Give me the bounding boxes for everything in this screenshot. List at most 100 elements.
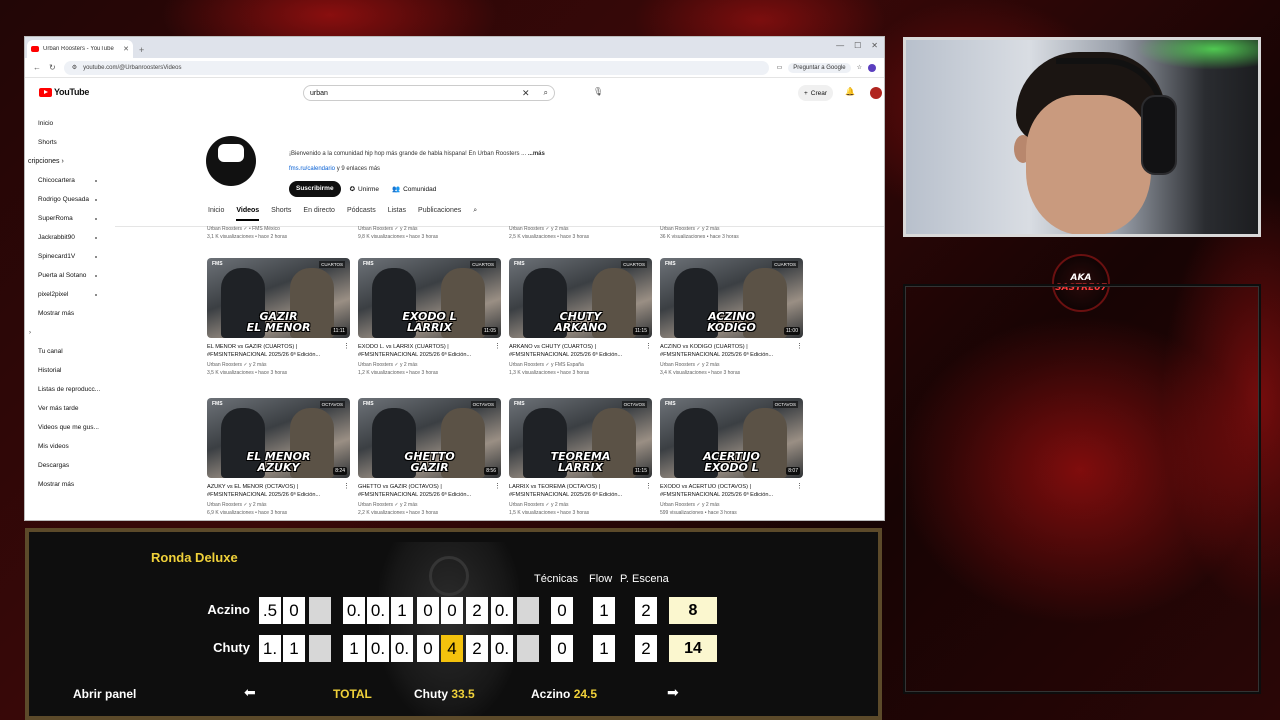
- score-tecnicas[interactable]: 0: [551, 597, 573, 624]
- video-thumbnail[interactable]: FMS OCTAVOS GHETTO GAZIR 8:56: [358, 398, 501, 478]
- sidebar-item-subscription[interactable]: Rodrigo Quesada: [25, 190, 113, 209]
- sidebar-item-my-videos[interactable]: Mis videos: [25, 437, 113, 456]
- tab-videos[interactable]: Videos: [236, 207, 260, 221]
- tab-podcasts[interactable]: Pódcasts: [347, 207, 376, 221]
- sidebar-you-header[interactable]: ›: [25, 323, 113, 342]
- channel-search-icon[interactable]: ⌕: [473, 207, 477, 221]
- video-card[interactable]: FMS CUARTOS GAZIR EL MENOR 11:11 EL MENOR vs…: [207, 258, 350, 377]
- reload-icon[interactable]: ↻: [49, 63, 56, 72]
- more-options-icon[interactable]: ⋮: [796, 343, 803, 351]
- sidebar-item-liked[interactable]: Videos que me gus...: [25, 418, 113, 437]
- video-channel[interactable]: Urban Roosters ✓ y 2 más: [660, 362, 803, 370]
- sidebar-item-subscription[interactable]: SuperRoma: [25, 209, 113, 228]
- sidebar-item-shorts[interactable]: Shorts: [25, 133, 113, 152]
- video-title[interactable]: ARKANO vs CHUTY (CUARTOS) | #FMSINTERNAC…: [509, 343, 652, 359]
- video-thumbnail[interactable]: FMS CUARTOS ACZINO KODIGO 11:00: [660, 258, 803, 338]
- community-button[interactable]: 👥 Comunidad: [388, 181, 440, 197]
- score-cell[interactable]: [309, 597, 331, 624]
- score-cell[interactable]: 0.: [391, 635, 413, 662]
- video-card[interactable]: FMS OCTAVOS GHETTO GAZIR 8:56 GHETTO vs GAZI…: [358, 398, 501, 517]
- ask-google-button[interactable]: Preguntar a Google: [788, 62, 851, 73]
- sidebar-item-subscription[interactable]: pixel2pixel: [25, 285, 113, 304]
- video-title[interactable]: ACZINO vs KODIGO (CUARTOS) | #FMSINTERNA…: [660, 343, 803, 359]
- video-thumbnail[interactable]: FMS OCTAVOS EL MENOR AZUKY 8:24: [207, 398, 350, 478]
- profile-icon[interactable]: [868, 63, 876, 72]
- score-cell[interactable]: [309, 635, 331, 662]
- tab-home[interactable]: Inicio: [208, 207, 224, 221]
- more-options-icon[interactable]: ⋮: [343, 343, 350, 351]
- more-link[interactable]: ...más: [528, 151, 545, 157]
- more-options-icon[interactable]: ⋮: [494, 483, 501, 491]
- meta-channel[interactable]: Urban Roosters ✓ y 2 más: [660, 226, 739, 234]
- score-cell[interactable]: 0.: [491, 597, 513, 624]
- score-tecnicas[interactable]: 0: [551, 635, 573, 662]
- more-links[interactable]: y 9 enlaces más: [337, 166, 380, 172]
- video-thumbnail[interactable]: FMS CUARTOS GAZIR EL MENOR 11:11: [207, 258, 350, 338]
- close-window-icon[interactable]: ✕: [871, 41, 878, 50]
- sidebar-item-history[interactable]: Historial: [25, 361, 113, 380]
- bookmark-icon[interactable]: ☆: [857, 64, 862, 71]
- maximize-icon[interactable]: ☐: [854, 41, 861, 50]
- sidebar-item-playlists[interactable]: Listas de reproducc...: [25, 380, 113, 399]
- video-title[interactable]: AZUKY vs EL MENOR (OCTAVOS) | #FMSINTERN…: [207, 483, 350, 499]
- search-input[interactable]: urban ✕ ⌕: [303, 85, 555, 101]
- score-cell[interactable]: 0.: [343, 597, 365, 624]
- sidebar-item-downloads[interactable]: Descargas: [25, 456, 113, 475]
- back-icon[interactable]: ←: [33, 63, 41, 72]
- video-title[interactable]: EXODO vs ACERTIJO (OCTAVOS) | #FMSINTERN…: [660, 483, 803, 499]
- channel-link[interactable]: fms.ru/calendario: [289, 166, 335, 172]
- meta-channel[interactable]: Urban Roosters ✓ y 2 más: [509, 226, 589, 234]
- score-cell[interactable]: [517, 597, 539, 624]
- site-info-icon[interactable]: ⚙: [72, 64, 77, 71]
- clear-search-icon[interactable]: ✕: [522, 88, 530, 99]
- minimize-icon[interactable]: —: [836, 41, 844, 50]
- score-escena[interactable]: 2: [635, 597, 657, 624]
- channel-description[interactable]: ¡Bienvenido a la comunidad hip hop más g…: [289, 151, 545, 157]
- sidebar-item-your-channel[interactable]: Tu canal: [25, 342, 113, 361]
- video-thumbnail[interactable]: FMS CUARTOS CHUTY ARKANO 11:15: [509, 258, 652, 338]
- tab-playlists[interactable]: Listas: [388, 207, 406, 221]
- score-cell[interactable]: 0.: [367, 635, 389, 662]
- search-icon[interactable]: ⌕: [544, 88, 548, 98]
- arrow-right-icon[interactable]: ➡: [667, 684, 679, 701]
- video-card[interactable]: FMS CUARTOS ACZINO KODIGO 11:00 ACZINO vs KO…: [660, 258, 803, 377]
- video-channel[interactable]: Urban Roosters ✓ y 2 más: [660, 502, 803, 510]
- video-channel[interactable]: Urban Roosters ✓ y 2 más: [207, 502, 350, 510]
- score-cell[interactable]: 1: [391, 597, 413, 624]
- video-thumbnail[interactable]: FMS OCTAVOS TEOREMA LARRIX 11:15: [509, 398, 652, 478]
- video-thumbnail[interactable]: FMS CUARTOS EXODO L LARRIX 11:05: [358, 258, 501, 338]
- subscribe-button[interactable]: Suscribirme: [289, 181, 341, 197]
- sidebar-item-watch-later[interactable]: Ver más tarde: [25, 399, 113, 418]
- meta-channel[interactable]: Urban Roosters ✓ y 2 más: [358, 226, 438, 234]
- score-cell[interactable]: 0.: [367, 597, 389, 624]
- microphone-icon[interactable]: 🎙: [593, 87, 603, 96]
- account-avatar[interactable]: [870, 87, 882, 99]
- score-cell[interactable]: 0: [417, 597, 439, 624]
- more-options-icon[interactable]: ⋮: [645, 343, 652, 351]
- sidebar-item-subscription[interactable]: Jackrabbit90: [25, 228, 113, 247]
- browser-tab[interactable]: Urban Roosters - YouTube ✕: [27, 40, 133, 58]
- video-thumbnail[interactable]: FMS OCTAVOS ACERTIJO EXODO L 8:07: [660, 398, 803, 478]
- video-title[interactable]: GHETTO vs GAZIR (OCTAVOS) | #FMSINTERNAC…: [358, 483, 501, 499]
- arrow-left-icon[interactable]: ⬅: [244, 684, 256, 701]
- create-button[interactable]: + Crear: [798, 85, 834, 101]
- open-panel-button[interactable]: Abrir panel: [73, 687, 136, 701]
- channel-avatar[interactable]: [206, 136, 256, 186]
- score-cell[interactable]: 4: [441, 635, 463, 662]
- video-title[interactable]: EXODO L. vs LARRIX (CUARTOS) | #FMSINTER…: [358, 343, 501, 359]
- new-tab-icon[interactable]: +: [139, 45, 144, 55]
- score-cell[interactable]: 1: [343, 635, 365, 662]
- video-channel[interactable]: Urban Roosters ✓ y FMS España: [509, 362, 652, 370]
- video-card[interactable]: FMS OCTAVOS TEOREMA LARRIX 11:15 LARRIX vs T…: [509, 398, 652, 517]
- video-card[interactable]: FMS CUARTOS CHUTY ARKANO 11:15 ARKANO vs CHU…: [509, 258, 652, 377]
- notifications-icon[interactable]: 🔔: [845, 87, 855, 96]
- youtube-logo[interactable]: YouTube: [39, 87, 89, 97]
- url-field[interactable]: ⚙ youtube.com/@UrbanroostersVideos: [63, 60, 769, 75]
- score-cell[interactable]: 0: [283, 597, 305, 624]
- video-card[interactable]: FMS OCTAVOS ACERTIJO EXODO L 8:07 EXODO vs A…: [660, 398, 803, 517]
- sidebar-subscriptions-header[interactable]: cripciones ›: [25, 152, 113, 171]
- video-card[interactable]: FMS OCTAVOS EL MENOR AZUKY 8:24 AZUKY vs EL …: [207, 398, 350, 517]
- video-card[interactable]: FMS CUARTOS EXODO L LARRIX 11:05 EXODO L. vs…: [358, 258, 501, 377]
- more-options-icon[interactable]: ⋮: [645, 483, 652, 491]
- tab-shorts[interactable]: Shorts: [271, 207, 291, 221]
